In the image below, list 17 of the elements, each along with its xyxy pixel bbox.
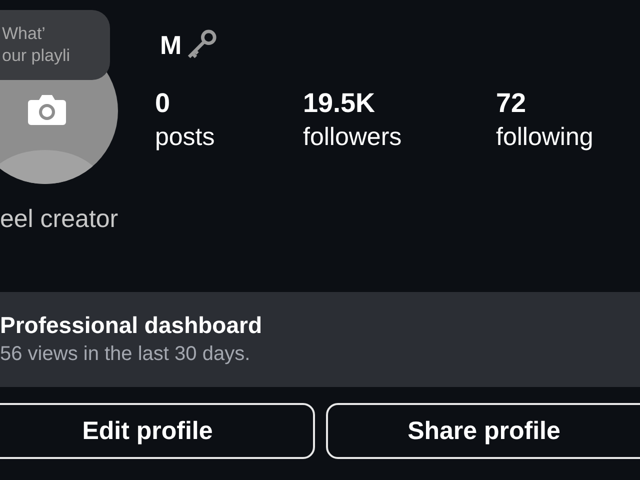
note-tooltip[interactable]: What’ our playli — [0, 10, 110, 80]
stat-label[interactable]: posts — [155, 120, 303, 154]
edit-profile-button[interactable]: Edit profile — [0, 403, 315, 459]
camera-icon — [27, 94, 67, 126]
dashboard-card[interactable]: Professional dashboard 56 views in the last 30 days. — [0, 292, 640, 387]
stat-count[interactable]: 72 — [496, 86, 640, 120]
stat-count[interactable]: 0 — [155, 86, 303, 120]
stat-label[interactable]: followers — [303, 120, 496, 154]
note-text: What’ — [2, 23, 46, 45]
stat-count[interactable]: 19.5K — [303, 86, 496, 120]
stat-label[interactable]: following — [496, 120, 640, 154]
note-text: our playli — [2, 45, 70, 67]
share-profile-button[interactable]: Share profile — [326, 403, 640, 459]
profile-category: eel creator — [0, 204, 120, 235]
dashboard-title: Professional dashboard — [0, 311, 264, 340]
dashboard-subtitle: 56 views in the last 30 days. — [0, 342, 252, 367]
profile-name: M — [160, 30, 182, 60]
